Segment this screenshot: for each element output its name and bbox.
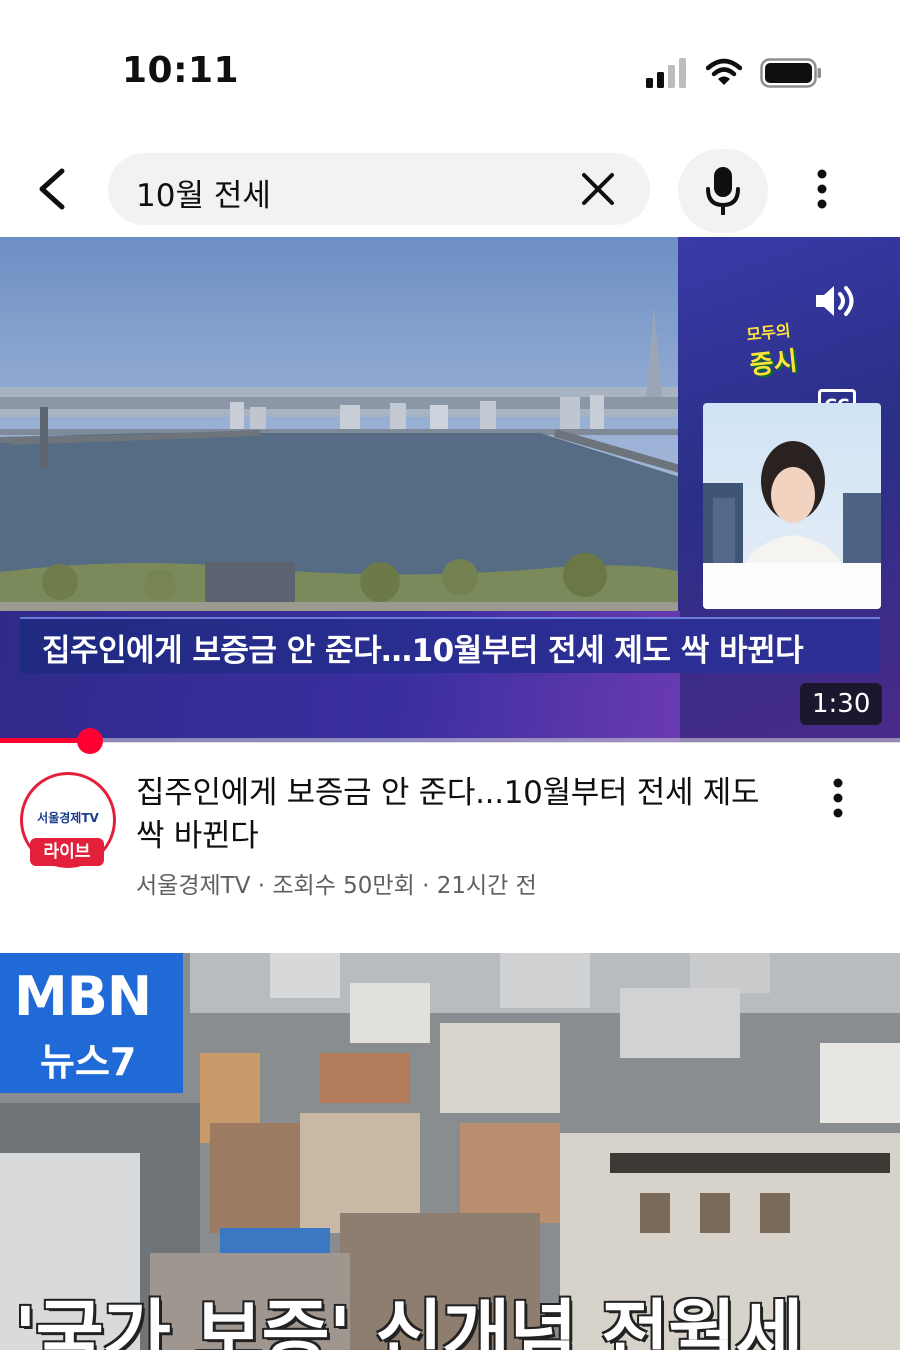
video-more-button[interactable] <box>818 774 858 822</box>
anchor-image <box>703 441 881 609</box>
more-vertical-icon <box>817 169 827 209</box>
video-thumbnail-2[interactable]: MBN 뉴스7 '국가 보증' 신개념 전월세 <box>0 953 900 1350</box>
upload-age: 21시간 전 <box>436 873 537 899</box>
clear-search-button[interactable] <box>574 165 622 213</box>
video-duration: 1:30 <box>800 683 883 725</box>
more-vertical-icon <box>833 778 843 818</box>
mbn-brand-text: MBN <box>14 965 152 1028</box>
search-header: 10월 전세 <box>0 145 900 235</box>
mbn-program-text: 뉴스7 <box>40 1040 137 1084</box>
progress-track[interactable] <box>0 738 900 743</box>
meta-separator: · <box>422 873 430 899</box>
thumbnail-caption: '국가 보증' 신개념 전월세 <box>14 1292 803 1350</box>
video-subtitle: 서울경제TV · 조회수 50만회 · 21시간 전 <box>136 866 537 900</box>
news-anchor-inset <box>703 403 881 609</box>
close-icon <box>582 173 614 205</box>
avatar-channel-name: 서울경제TV <box>37 811 99 825</box>
video-frame-river-scene <box>0 237 682 617</box>
meta-separator: · <box>257 873 266 899</box>
back-button[interactable] <box>26 161 78 217</box>
video-title[interactable]: 집주인에게 보증금 안 준다...10월부터 전세 제도 싹 바뀐다 <box>136 772 786 858</box>
cellular-signal-icon <box>646 58 686 88</box>
microphone-icon <box>706 167 740 215</box>
video-overlay-headline: 집주인에게 보증금 안 준다…10월부터 전세 제도 싹 바뀐다 <box>42 633 804 669</box>
wifi-icon <box>706 58 742 85</box>
status-time: 10:11 <box>122 50 240 91</box>
search-query-text: 10월 전세 <box>136 178 271 214</box>
battery-icon <box>760 58 821 88</box>
view-count: 조회수 50만회 <box>272 873 415 899</box>
live-badge: 라이브 <box>30 838 104 866</box>
volume-icon[interactable] <box>812 281 862 321</box>
channel-name[interactable]: 서울경제TV <box>136 873 250 899</box>
search-input[interactable]: 10월 전세 <box>108 153 650 225</box>
progress-scrubber[interactable] <box>77 728 103 754</box>
more-options-button[interactable] <box>800 161 844 217</box>
mbn-logo: MBN 뉴스7 <box>0 953 183 1093</box>
video-meta[interactable]: 서울경제TV 라이브 집주인에게 보증금 안 준다...10월부터 전세 제도 … <box>0 760 900 930</box>
video-player[interactable]: 집주인에게 보증금 안 준다…10월부터 전세 제도 싹 바뀐다 모두의 증시 … <box>0 237 900 742</box>
back-arrow-icon <box>39 168 65 210</box>
river-scene-image <box>0 307 682 617</box>
voice-search-button[interactable] <box>678 149 768 233</box>
show-logo: 모두의 증시 <box>745 313 835 381</box>
status-bar: 10:11 <box>0 0 900 140</box>
